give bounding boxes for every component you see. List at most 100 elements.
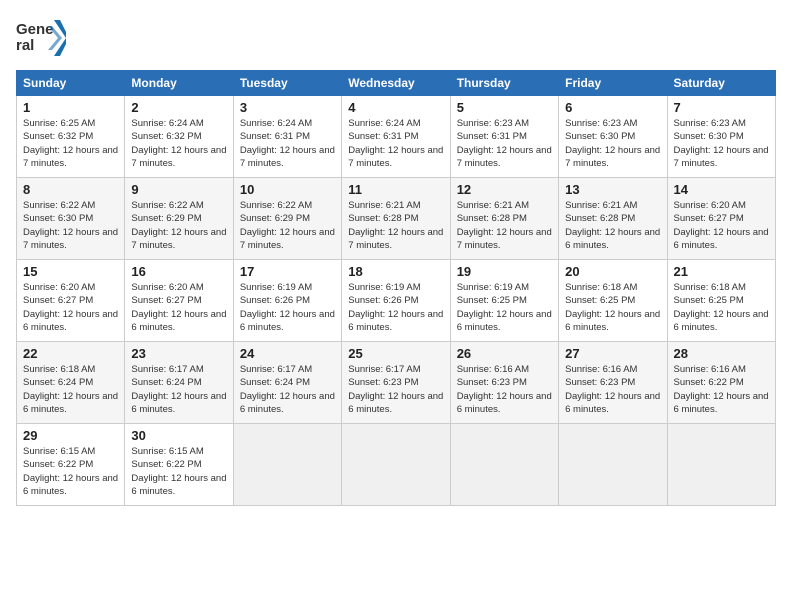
day-number: 29 (23, 428, 118, 443)
calendar-cell: 15 Sunrise: 6:20 AM Sunset: 6:27 PM Dayl… (17, 260, 125, 342)
day-info: Sunrise: 6:20 AM Sunset: 6:27 PM Dayligh… (23, 281, 118, 334)
calendar-cell: 13 Sunrise: 6:21 AM Sunset: 6:28 PM Dayl… (559, 178, 667, 260)
day-number: 10 (240, 182, 335, 197)
day-info: Sunrise: 6:16 AM Sunset: 6:23 PM Dayligh… (565, 363, 660, 416)
calendar-cell: 30 Sunrise: 6:15 AM Sunset: 6:22 PM Dayl… (125, 424, 233, 506)
day-number: 1 (23, 100, 118, 115)
col-sunday: Sunday (17, 71, 125, 96)
day-number: 15 (23, 264, 118, 279)
calendar-cell (667, 424, 775, 506)
day-number: 11 (348, 182, 443, 197)
calendar-cell: 20 Sunrise: 6:18 AM Sunset: 6:25 PM Dayl… (559, 260, 667, 342)
day-info: Sunrise: 6:25 AM Sunset: 6:32 PM Dayligh… (23, 117, 118, 170)
day-info: Sunrise: 6:22 AM Sunset: 6:30 PM Dayligh… (23, 199, 118, 252)
calendar-body: 1 Sunrise: 6:25 AM Sunset: 6:32 PM Dayli… (17, 96, 776, 506)
day-number: 30 (131, 428, 226, 443)
day-info: Sunrise: 6:16 AM Sunset: 6:22 PM Dayligh… (674, 363, 769, 416)
day-number: 23 (131, 346, 226, 361)
day-info: Sunrise: 6:20 AM Sunset: 6:27 PM Dayligh… (131, 281, 226, 334)
day-info: Sunrise: 6:17 AM Sunset: 6:24 PM Dayligh… (240, 363, 335, 416)
calendar-week-1: 1 Sunrise: 6:25 AM Sunset: 6:32 PM Dayli… (17, 96, 776, 178)
day-info: Sunrise: 6:22 AM Sunset: 6:29 PM Dayligh… (131, 199, 226, 252)
calendar-cell: 7 Sunrise: 6:23 AM Sunset: 6:30 PM Dayli… (667, 96, 775, 178)
calendar-cell: 21 Sunrise: 6:18 AM Sunset: 6:25 PM Dayl… (667, 260, 775, 342)
day-info: Sunrise: 6:17 AM Sunset: 6:24 PM Dayligh… (131, 363, 226, 416)
calendar-cell (233, 424, 341, 506)
calendar-cell: 26 Sunrise: 6:16 AM Sunset: 6:23 PM Dayl… (450, 342, 558, 424)
day-info: Sunrise: 6:19 AM Sunset: 6:25 PM Dayligh… (457, 281, 552, 334)
page-header: Gene ral (16, 16, 776, 60)
calendar-week-2: 8 Sunrise: 6:22 AM Sunset: 6:30 PM Dayli… (17, 178, 776, 260)
calendar-cell: 16 Sunrise: 6:20 AM Sunset: 6:27 PM Dayl… (125, 260, 233, 342)
col-monday: Monday (125, 71, 233, 96)
logo-svg: Gene ral (16, 16, 66, 60)
day-info: Sunrise: 6:17 AM Sunset: 6:23 PM Dayligh… (348, 363, 443, 416)
calendar-cell: 22 Sunrise: 6:18 AM Sunset: 6:24 PM Dayl… (17, 342, 125, 424)
calendar-cell: 11 Sunrise: 6:21 AM Sunset: 6:28 PM Dayl… (342, 178, 450, 260)
svg-text:ral: ral (16, 37, 34, 54)
calendar-cell: 18 Sunrise: 6:19 AM Sunset: 6:26 PM Dayl… (342, 260, 450, 342)
day-info: Sunrise: 6:18 AM Sunset: 6:25 PM Dayligh… (565, 281, 660, 334)
calendar-cell: 9 Sunrise: 6:22 AM Sunset: 6:29 PM Dayli… (125, 178, 233, 260)
day-number: 9 (131, 182, 226, 197)
day-info: Sunrise: 6:15 AM Sunset: 6:22 PM Dayligh… (23, 445, 118, 498)
day-number: 8 (23, 182, 118, 197)
day-info: Sunrise: 6:18 AM Sunset: 6:24 PM Dayligh… (23, 363, 118, 416)
day-number: 14 (674, 182, 769, 197)
day-info: Sunrise: 6:23 AM Sunset: 6:30 PM Dayligh… (565, 117, 660, 170)
calendar-cell: 4 Sunrise: 6:24 AM Sunset: 6:31 PM Dayli… (342, 96, 450, 178)
col-wednesday: Wednesday (342, 71, 450, 96)
calendar-cell: 25 Sunrise: 6:17 AM Sunset: 6:23 PM Dayl… (342, 342, 450, 424)
calendar-week-4: 22 Sunrise: 6:18 AM Sunset: 6:24 PM Dayl… (17, 342, 776, 424)
day-info: Sunrise: 6:23 AM Sunset: 6:30 PM Dayligh… (674, 117, 769, 170)
col-saturday: Saturday (667, 71, 775, 96)
day-info: Sunrise: 6:19 AM Sunset: 6:26 PM Dayligh… (348, 281, 443, 334)
day-info: Sunrise: 6:18 AM Sunset: 6:25 PM Dayligh… (674, 281, 769, 334)
calendar-cell: 2 Sunrise: 6:24 AM Sunset: 6:32 PM Dayli… (125, 96, 233, 178)
day-number: 13 (565, 182, 660, 197)
calendar-cell: 8 Sunrise: 6:22 AM Sunset: 6:30 PM Dayli… (17, 178, 125, 260)
calendar-table: Sunday Monday Tuesday Wednesday Thursday… (16, 70, 776, 506)
day-number: 19 (457, 264, 552, 279)
day-number: 4 (348, 100, 443, 115)
calendar-week-5: 29 Sunrise: 6:15 AM Sunset: 6:22 PM Dayl… (17, 424, 776, 506)
day-info: Sunrise: 6:21 AM Sunset: 6:28 PM Dayligh… (348, 199, 443, 252)
calendar-cell (450, 424, 558, 506)
day-number: 12 (457, 182, 552, 197)
day-number: 21 (674, 264, 769, 279)
day-number: 2 (131, 100, 226, 115)
day-number: 26 (457, 346, 552, 361)
calendar-cell: 24 Sunrise: 6:17 AM Sunset: 6:24 PM Dayl… (233, 342, 341, 424)
calendar-cell: 12 Sunrise: 6:21 AM Sunset: 6:28 PM Dayl… (450, 178, 558, 260)
day-info: Sunrise: 6:15 AM Sunset: 6:22 PM Dayligh… (131, 445, 226, 498)
calendar-cell: 27 Sunrise: 6:16 AM Sunset: 6:23 PM Dayl… (559, 342, 667, 424)
calendar-cell: 1 Sunrise: 6:25 AM Sunset: 6:32 PM Dayli… (17, 96, 125, 178)
calendar-cell: 14 Sunrise: 6:20 AM Sunset: 6:27 PM Dayl… (667, 178, 775, 260)
calendar-cell: 17 Sunrise: 6:19 AM Sunset: 6:26 PM Dayl… (233, 260, 341, 342)
day-info: Sunrise: 6:24 AM Sunset: 6:31 PM Dayligh… (240, 117, 335, 170)
svg-text:Gene: Gene (16, 21, 54, 38)
calendar-cell: 3 Sunrise: 6:24 AM Sunset: 6:31 PM Dayli… (233, 96, 341, 178)
day-number: 25 (348, 346, 443, 361)
day-number: 22 (23, 346, 118, 361)
col-tuesday: Tuesday (233, 71, 341, 96)
day-info: Sunrise: 6:24 AM Sunset: 6:32 PM Dayligh… (131, 117, 226, 170)
calendar-cell (342, 424, 450, 506)
calendar-cell: 29 Sunrise: 6:15 AM Sunset: 6:22 PM Dayl… (17, 424, 125, 506)
logo: Gene ral (16, 16, 66, 60)
day-info: Sunrise: 6:21 AM Sunset: 6:28 PM Dayligh… (457, 199, 552, 252)
day-number: 28 (674, 346, 769, 361)
calendar-cell: 23 Sunrise: 6:17 AM Sunset: 6:24 PM Dayl… (125, 342, 233, 424)
day-number: 5 (457, 100, 552, 115)
day-info: Sunrise: 6:20 AM Sunset: 6:27 PM Dayligh… (674, 199, 769, 252)
day-number: 24 (240, 346, 335, 361)
calendar-cell: 5 Sunrise: 6:23 AM Sunset: 6:31 PM Dayli… (450, 96, 558, 178)
day-number: 18 (348, 264, 443, 279)
day-info: Sunrise: 6:24 AM Sunset: 6:31 PM Dayligh… (348, 117, 443, 170)
header-row: Sunday Monday Tuesday Wednesday Thursday… (17, 71, 776, 96)
day-number: 3 (240, 100, 335, 115)
day-number: 27 (565, 346, 660, 361)
col-friday: Friday (559, 71, 667, 96)
day-info: Sunrise: 6:16 AM Sunset: 6:23 PM Dayligh… (457, 363, 552, 416)
day-info: Sunrise: 6:22 AM Sunset: 6:29 PM Dayligh… (240, 199, 335, 252)
